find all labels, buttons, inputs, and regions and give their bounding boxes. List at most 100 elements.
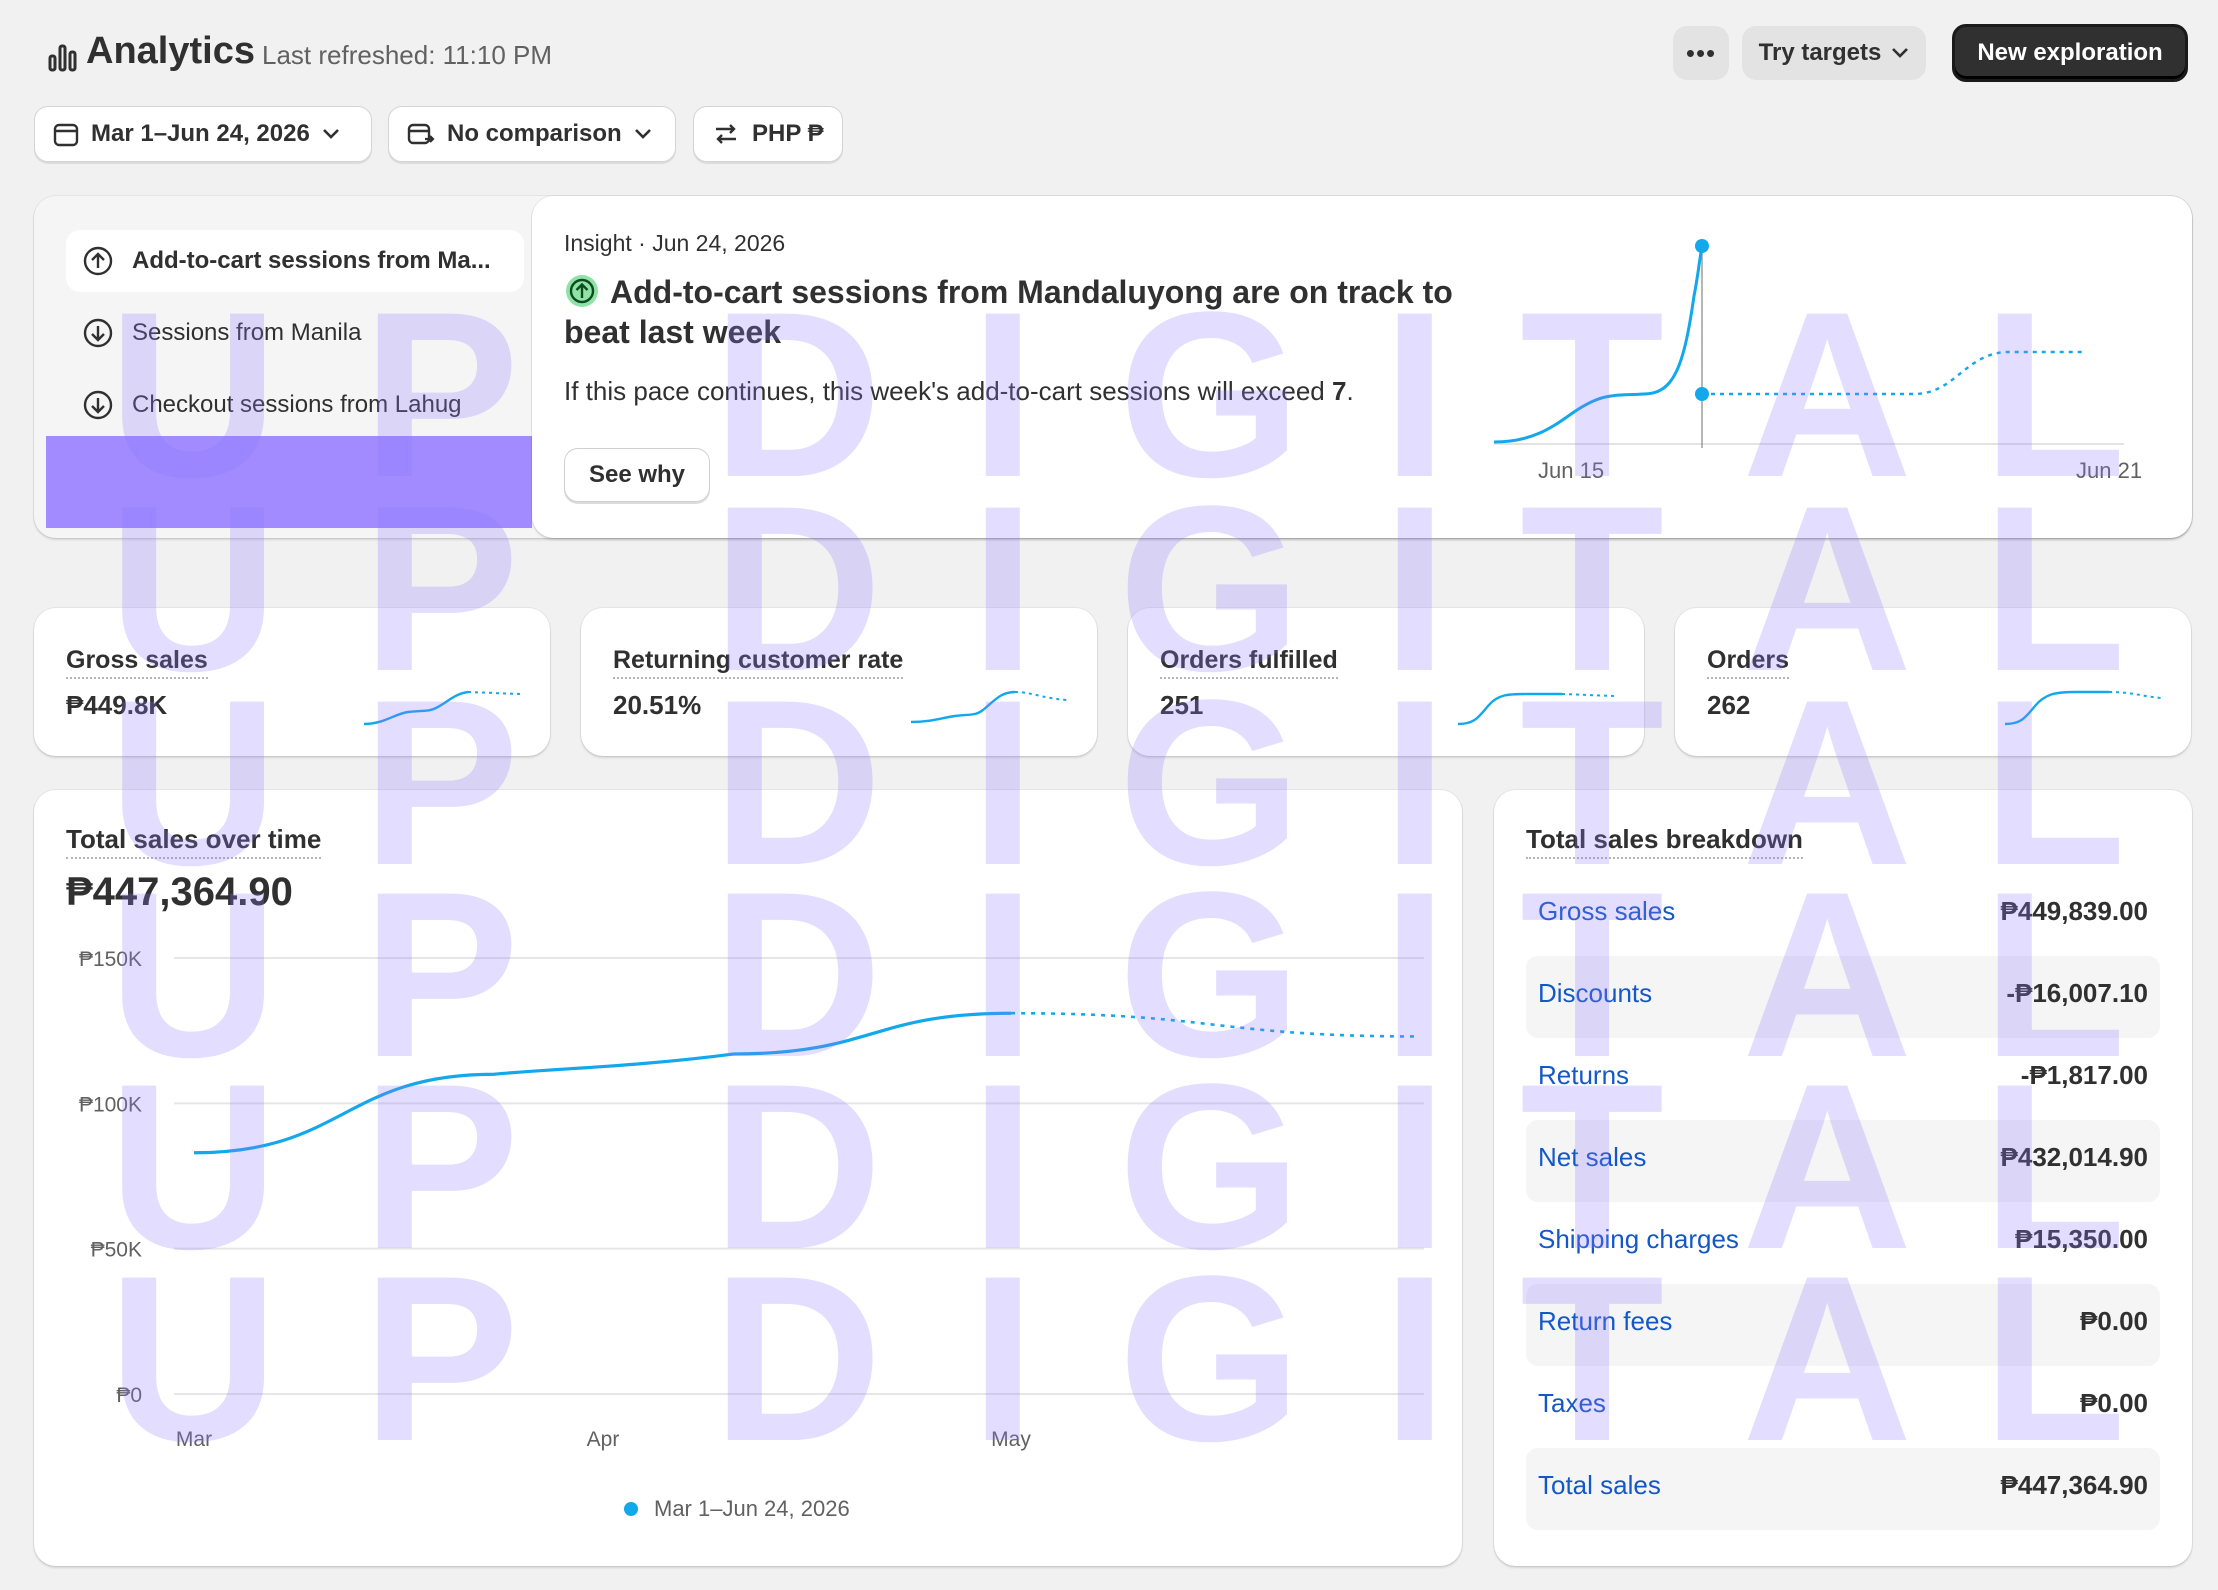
calendar-compare-icon: [407, 123, 435, 145]
legend-label: Mar 1–Jun 24, 2026: [654, 1496, 850, 1521]
more-actions-button[interactable]: •••: [1673, 26, 1729, 80]
kpi-sparkline: [911, 690, 1067, 724]
insight-item[interactable]: Add-to-cart sessions from Ma...: [66, 230, 524, 292]
breakdown-value: -₱16,007.10: [2006, 978, 2148, 1008]
kpi-sparkline: [2005, 690, 2161, 726]
mini-chart-point: [1695, 239, 1709, 253]
insight-body-suffix: .: [1346, 376, 1354, 406]
kpi-value: 20.51%: [613, 690, 702, 720]
arrow-down-circle-icon: [83, 390, 113, 420]
arrow-up-circle-icon: [83, 246, 113, 276]
chevron-down-icon: [1892, 48, 1909, 58]
breakdown-link[interactable]: Gross sales: [1538, 896, 1675, 927]
x-tick-label: May: [991, 1428, 1031, 1451]
insight-item-label: Add-to-cart sessions from Ma...: [132, 247, 491, 274]
y-tick-label: ₱100K: [79, 1093, 142, 1116]
mini-chart-x-label: Jun 21: [2076, 458, 2143, 483]
breakdown-value: ₱0.00: [2080, 1388, 2148, 1418]
breakdown-value: ₱432,014.90: [2000, 1142, 2148, 1172]
insight-item-label: Sessions from Manila: [132, 319, 362, 346]
kpi-sparkline: [364, 690, 520, 726]
kpi-card-orders-fulfilled[interactable]: Orders fulfilled 251: [1128, 608, 1644, 756]
breakdown-row: Discounts -₱16,007.10: [1526, 956, 2160, 1038]
series-line: [193, 1011, 1012, 1155]
mini-chart-point: [1695, 387, 1709, 401]
try-targets-button[interactable]: Try targets: [1742, 26, 1926, 80]
y-tick-label: ₱0: [116, 1384, 142, 1407]
last-refreshed-text: Last refreshed: 11:10 PM: [262, 40, 553, 70]
new-exploration-label: New exploration: [1977, 39, 2163, 66]
breakdown-row: Total sales ₱447,364.90: [1526, 1448, 2160, 1530]
mini-chart-forecast-line: [1702, 350, 2084, 396]
see-why-label: See why: [588, 461, 686, 488]
breakdown-row: Net sales ₱432,014.90: [1526, 1120, 2160, 1202]
insight-title: Add-to-cart sessions from Mandaluyong ar…: [564, 272, 1504, 352]
chevron-down-icon: [322, 129, 339, 139]
breakdown-row: Return fees ₱0.00: [1526, 1284, 2160, 1366]
breakdown-value: -₱1,817.00: [2020, 1060, 2148, 1090]
see-why-button[interactable]: See why: [564, 448, 710, 502]
currency-picker[interactable]: PHP ₱: [693, 106, 843, 162]
kpi-sparkline: [1458, 692, 1614, 726]
legend-dot: [624, 1502, 638, 1516]
breakdown-link[interactable]: Net sales: [1538, 1142, 1646, 1173]
page-header: Analytics Last refreshed: 11:10 PM ••• T…: [34, 24, 2188, 84]
date-range-label: Mar 1–Jun 24, 2026: [91, 120, 310, 147]
x-tick-label: Mar: [176, 1428, 212, 1451]
kpi-card-returning-customer-rate[interactable]: Returning customer rate 20.51%: [581, 608, 1097, 756]
date-range-picker[interactable]: Mar 1–Jun 24, 2026: [34, 106, 372, 162]
breakdown-link[interactable]: Taxes: [1538, 1388, 1606, 1419]
breakdown-link[interactable]: Total sales: [1538, 1470, 1661, 1501]
kpi-value: 262: [1707, 690, 1751, 720]
breakdown-value: ₱15,350.00: [2014, 1224, 2148, 1254]
breakdown-row: Gross sales ₱449,839.00: [1526, 874, 2160, 956]
kpi-card-gross-sales[interactable]: Gross sales ₱449.8K: [34, 608, 550, 756]
kpi-card-orders[interactable]: Orders 262: [1675, 608, 2191, 756]
insight-body-value: 7: [1332, 376, 1347, 406]
x-tick-label: Apr: [587, 1428, 620, 1451]
calendar-icon: [53, 123, 79, 147]
new-exploration-button[interactable]: New exploration: [1952, 24, 2188, 82]
breakdown-link[interactable]: Discounts: [1538, 978, 1652, 1009]
insight-body: If this pace continues, this week's add-…: [564, 376, 1354, 407]
sales-total-value: ₱447,364.90: [66, 870, 293, 914]
breakdown-title: Total sales breakdown: [1526, 824, 1803, 859]
arrow-down-circle-icon: [83, 318, 113, 348]
comparison-label: No comparison: [447, 120, 622, 147]
insight-date: Insight · Jun 24, 2026: [564, 230, 786, 256]
kpi-label: Gross sales: [66, 646, 208, 679]
sales-breakdown-card: Total sales breakdown Gross sales ₱449,8…: [1494, 790, 2192, 1566]
page-title: Analytics: [86, 30, 255, 72]
chevron-down-icon: [634, 129, 651, 139]
insight-item-label: Checkout sessions from Lahug: [132, 391, 462, 418]
breakdown-value: ₱447,364.90: [2000, 1470, 2148, 1500]
breakdown-row: Shipping charges ₱15,350.00: [1526, 1202, 2160, 1284]
analytics-icon: [48, 44, 77, 72]
breakdown-link[interactable]: Return fees: [1538, 1306, 1672, 1337]
breakdown-link[interactable]: Shipping charges: [1538, 1224, 1739, 1255]
arrow-up-circle-icon: [566, 275, 598, 307]
insight-mini-chart: [1494, 239, 2124, 448]
mini-chart-actual-line: [1494, 245, 1704, 444]
sales-over-time-title: Total sales over time: [66, 824, 322, 859]
kpi-value: 251: [1160, 690, 1204, 720]
sales-over-time-card: ₱150K ₱100K ₱50K ₱0 Mar Apr May Total sales ov…: [34, 790, 1462, 1566]
chart-legend: Mar 1–Jun 24, 2026: [624, 1496, 850, 1522]
comparison-picker[interactable]: No comparison: [388, 106, 676, 162]
breakdown-row: Taxes ₱0.00: [1526, 1366, 2160, 1448]
breakdown-value: ₱0.00: [2080, 1306, 2148, 1336]
try-targets-label: Try targets: [1758, 39, 1882, 66]
kpi-value: ₱449.8K: [66, 690, 168, 720]
series-forecast-line: [1010, 1011, 1421, 1038]
kpi-label: Orders fulfilled: [1160, 646, 1338, 679]
insight-item[interactable]: Sessions from Manila: [66, 302, 361, 364]
insight-body-text: If this pace continues, this week's add-…: [564, 376, 1332, 406]
breakdown-row: Returns -₱1,817.00: [1526, 1038, 2160, 1120]
insight-item[interactable]: Checkout sessions from Lahug: [66, 374, 462, 436]
breakdown-value: ₱449,839.00: [2000, 896, 2148, 926]
y-tick-label: ₱50K: [91, 1239, 142, 1262]
insight-title-text: Add-to-cart sessions from Mandaluyong ar…: [564, 274, 1453, 350]
mini-chart-x-label: Jun 15: [1538, 458, 1605, 483]
breakdown-link[interactable]: Returns: [1538, 1060, 1629, 1091]
insight-card: Insight · Jun 24, 2026 Add-to-cart sessi…: [532, 196, 2192, 538]
